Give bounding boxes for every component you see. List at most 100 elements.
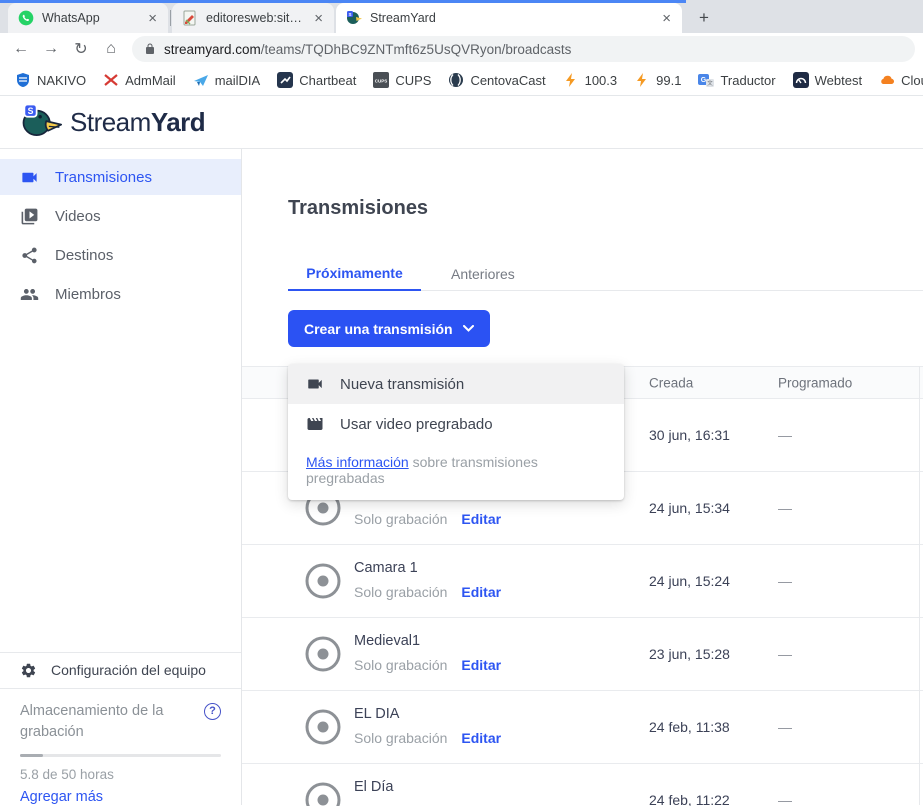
broadcast-title: Camara 1 — [354, 560, 418, 576]
tab-separator — [170, 10, 171, 26]
record-icon — [304, 708, 342, 746]
browser-address-bar: ← → ↻ ⌂ streamyard.com/teams/TQDhBC9ZNTm… — [0, 33, 923, 65]
more-info-link[interactable]: Más información — [306, 454, 409, 470]
back-icon[interactable]: ← — [8, 36, 34, 62]
members-icon — [20, 285, 39, 304]
home-icon[interactable]: ⌂ — [98, 36, 124, 62]
menu-item-nueva-transmision[interactable]: Nueva transmisión — [288, 364, 624, 404]
url-text: streamyard.com/teams/TQDhBC9ZNTmft6z5UsQ… — [164, 42, 571, 57]
lightning-icon — [634, 72, 650, 88]
content: Transmisiones Videos Destinos Miembros C… — [0, 149, 923, 805]
add-more-link[interactable]: Agregar más — [20, 789, 221, 805]
browser-tab-editoresweb[interactable]: editoresweb:sitioweb:eldia.co × — [172, 3, 334, 33]
cloud-icon — [879, 72, 895, 88]
bookmark-cups[interactable]: CUPS CUPS — [370, 72, 434, 88]
streamyard-duck-logo[interactable]: S — [20, 102, 62, 142]
chart-arrow-icon — [277, 72, 293, 88]
table-right-edge — [919, 366, 920, 805]
svg-text:文: 文 — [708, 79, 714, 87]
record-icon — [304, 635, 342, 673]
storage-section: Almacenamiento de la grabación ? 5.8 de … — [0, 688, 241, 806]
svg-text:CUPS: CUPS — [375, 79, 388, 84]
storage-usage: 5.8 de 50 horas — [20, 767, 221, 782]
tab-proximamente[interactable]: Próximamente — [288, 257, 421, 291]
sidebar-item-destinos[interactable]: Destinos — [0, 237, 241, 273]
chevron-down-icon — [463, 325, 474, 332]
svg-text:S: S — [28, 106, 34, 116]
clapperboard-icon — [306, 415, 324, 433]
close-icon[interactable]: × — [659, 11, 674, 26]
url-field[interactable]: streamyard.com/teams/TQDhBC9ZNTmft6z5UsQ… — [132, 36, 915, 62]
page-title: Transmisiones — [288, 197, 428, 220]
broadcast-tabs: Próximamente Anteriores — [288, 257, 923, 291]
tab-title: editoresweb:sitioweb:eldia.co — [206, 11, 303, 25]
create-broadcast-button[interactable]: Crear una transmisión — [288, 310, 490, 347]
broadcast-subtitle: Solo grabaciónEditar — [354, 584, 501, 600]
team-settings-button[interactable]: Configuración del equipo — [0, 652, 241, 688]
new-tab-button[interactable]: + — [692, 6, 716, 30]
close-icon[interactable]: × — [311, 11, 326, 26]
bookmark-100-3[interactable]: 100.3 — [560, 72, 621, 88]
gear-icon — [20, 662, 37, 679]
paper-plane-icon — [193, 72, 209, 88]
forward-icon[interactable]: → — [38, 36, 64, 62]
cups-icon: CUPS — [373, 72, 389, 88]
table-row[interactable]: Camara 1 Solo grabaciónEditar 24 jun, 15… — [242, 545, 923, 618]
tab-title: StreamYard — [370, 11, 651, 25]
broadcast-subtitle: Solo grabaciónEditar — [354, 511, 501, 527]
bookmarks-bar: NAKIVO AdmMail mailDIA Chartbeat CUPS CU… — [0, 65, 923, 96]
table-row[interactable]: El Día Solo grabaciónEditar 24 feb, 11:2… — [242, 764, 923, 806]
edit-link[interactable]: Editar — [461, 657, 501, 673]
help-icon[interactable]: ? — [204, 703, 221, 720]
globe-icon — [448, 72, 464, 88]
bookmark-traductor[interactable]: G文 Traductor — [695, 72, 778, 88]
browser-tab-streamyard[interactable]: S StreamYard × — [336, 3, 682, 33]
dropdown-footer: Más información sobre transmisiones preg… — [288, 444, 624, 494]
browser-tab-whatsapp[interactable]: WhatsApp × — [8, 3, 168, 33]
streamyard-wordmark[interactable]: StreamYard — [70, 107, 205, 138]
bookmark-centovacast[interactable]: CentovaCast — [445, 72, 548, 88]
bookmark-webtest[interactable]: Webtest — [790, 72, 865, 88]
storage-progress-fill — [20, 754, 43, 757]
column-header-programado: Programado — [778, 375, 852, 390]
tab-title: WhatsApp — [42, 11, 137, 25]
storage-label: Almacenamiento de la grabación — [20, 701, 204, 745]
svg-text:G: G — [701, 77, 707, 84]
sidebar-nav: Transmisiones Videos Destinos Miembros — [0, 149, 241, 315]
storage-progress-track — [20, 754, 221, 757]
bookmark-maildia[interactable]: mailDIA — [190, 72, 264, 88]
streamyard-favicon: S — [346, 10, 362, 26]
bookmark-nakivo[interactable]: NAKIVO — [12, 72, 89, 88]
record-icon — [304, 781, 342, 806]
tab-anteriores[interactable]: Anteriores — [445, 257, 521, 291]
reload-icon[interactable]: ↻ — [68, 36, 94, 62]
bookmark-admmail[interactable]: AdmMail — [100, 72, 179, 88]
bookmark-99-1[interactable]: 99.1 — [631, 72, 684, 88]
bookmark-cloudflare[interactable]: CloudFlare — [876, 72, 923, 88]
table-row[interactable]: Medieval1 Solo grabaciónEditar 23 jun, 1… — [242, 618, 923, 691]
video-camera-icon — [20, 168, 39, 187]
share-icon — [20, 246, 39, 265]
bookmark-chartbeat[interactable]: Chartbeat — [274, 72, 359, 88]
sidebar-item-transmisiones[interactable]: Transmisiones — [0, 159, 241, 195]
sidebar: Transmisiones Videos Destinos Miembros C… — [0, 149, 242, 805]
broadcast-subtitle: Solo grabaciónEditar — [354, 657, 501, 673]
broadcast-title: Medieval1 — [354, 633, 420, 649]
main-panel: Transmisiones Próximamente Anteriores Cr… — [242, 149, 923, 805]
edit-page-icon — [182, 10, 198, 26]
edit-link[interactable]: Editar — [461, 730, 501, 746]
menu-item-usar-video-pregrabado[interactable]: Usar video pregrabado — [288, 404, 624, 444]
sidebar-item-miembros[interactable]: Miembros — [0, 276, 241, 312]
svg-text:S: S — [348, 12, 351, 17]
gauge-icon — [793, 72, 809, 88]
table-row[interactable]: EL DIA Solo grabaciónEditar 24 feb, 11:3… — [242, 691, 923, 764]
mail-x-icon — [103, 72, 119, 88]
edit-link[interactable]: Editar — [461, 511, 501, 527]
edit-link[interactable]: Editar — [461, 584, 501, 600]
video-camera-icon — [306, 375, 324, 393]
record-icon — [304, 562, 342, 600]
broadcast-title: EL DIA — [354, 706, 399, 722]
close-icon[interactable]: × — [145, 11, 160, 26]
translate-icon: G文 — [698, 72, 714, 88]
sidebar-item-videos[interactable]: Videos — [0, 198, 241, 234]
